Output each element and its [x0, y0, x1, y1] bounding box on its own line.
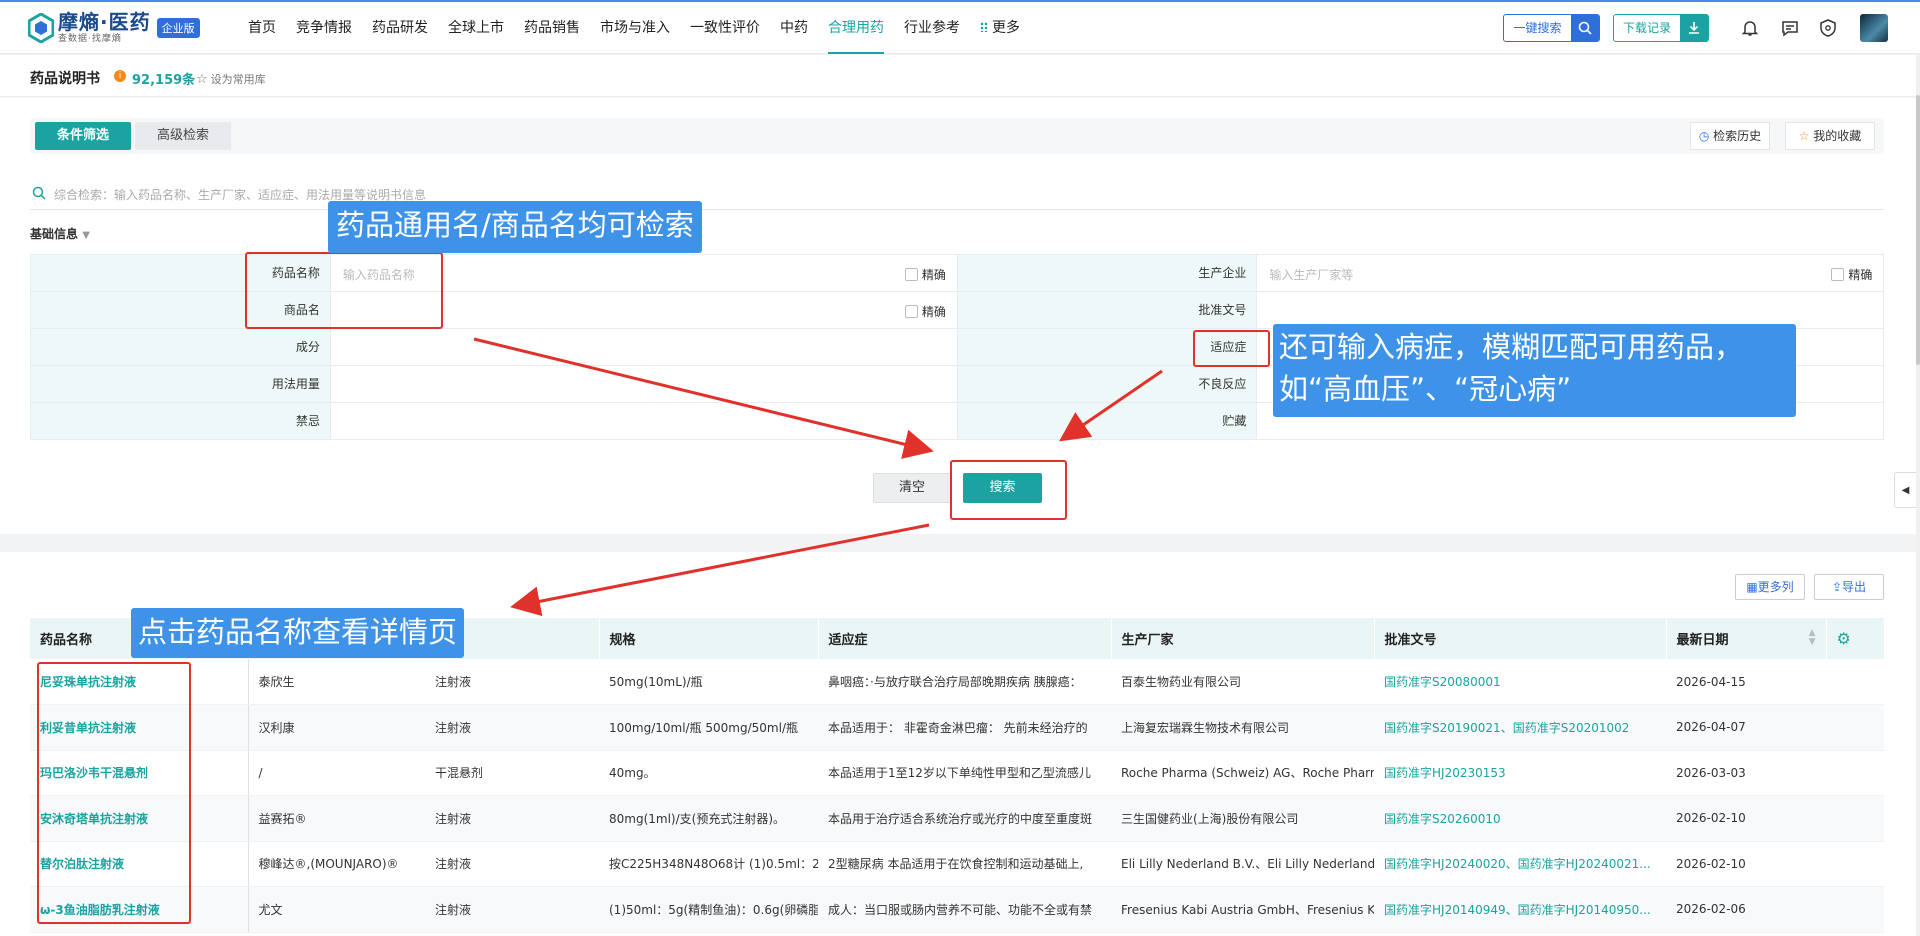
- arrow-to-results: [510, 523, 930, 617]
- annotation-arrows: [473, 337, 1163, 617]
- arrow-to-search-right: [1059, 369, 1163, 442]
- arrow-to-search-left: [473, 337, 934, 459]
